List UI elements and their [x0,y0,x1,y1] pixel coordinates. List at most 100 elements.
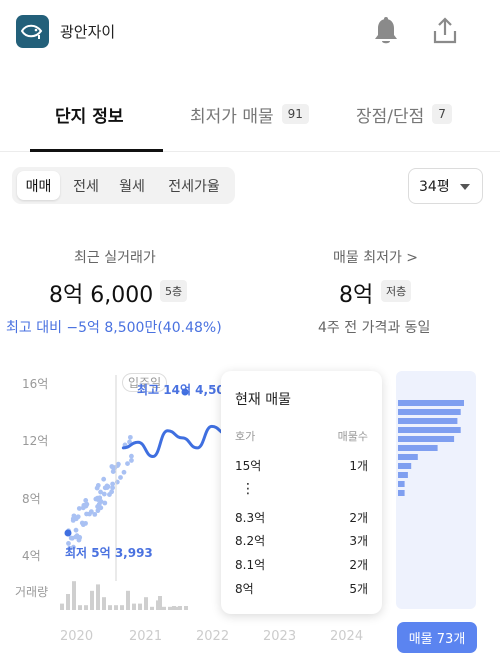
share-icon[interactable] [432,16,458,46]
volume-bar [138,603,142,610]
volume-bar [66,594,70,610]
trade-dot [129,453,134,459]
listing-hist-bar [398,445,438,451]
trade-dot [73,516,79,522]
trade-dot [97,495,103,501]
x-tick-label: 2024 [330,629,364,644]
recent-trade-floor-badge: 5층 [160,280,188,302]
trade-dot [83,498,89,503]
size-select[interactable]: 34평 [408,168,483,204]
y-tick-label: 8억 [22,492,41,506]
x-tick-label: 2022 [196,629,230,644]
tab-lowest-listings[interactable]: 최저가 매물 91 [190,92,320,151]
bell-icon[interactable] [373,16,399,46]
trade-dot [127,434,133,440]
volume-bar [60,603,64,610]
deal-type-sale[interactable]: 매매 [17,171,60,200]
trade-dot [107,492,112,497]
volume-bar [120,605,124,610]
deal-type-selector: 매매 전세 월세 전세가율 [12,167,235,204]
popup-row-count: 5개 [349,582,368,596]
volume-bar [168,606,172,610]
listing-hist-bar [398,490,405,496]
listing-hist-bar [398,472,408,478]
tab-pros-cons[interactable]: 장점/단점 7 [356,92,466,151]
y-tick-label: 16억 [22,377,49,391]
x-tick-label: 2020 [60,629,94,644]
app-header: 광안자이 [0,0,500,64]
chevron-down-icon [460,184,470,190]
popup-row-count: 3개 [349,534,368,548]
volume-bar [108,605,112,610]
trade-dot [109,464,115,469]
tab-label: 단지 정보 [55,107,124,127]
trade-dot [84,511,89,517]
trade-dot [76,537,82,543]
recent-trade-label: 최근 실거래가 [74,250,156,266]
tab-label: 장점/단점 [356,107,425,127]
popup-col-count: 매물수 [337,430,368,443]
trade-dot [98,505,104,511]
tab-complex-info[interactable]: 단지 정보 [30,92,163,152]
size-select-value: 34평 [419,179,450,195]
y-tick-label: 4억 [22,549,41,563]
y-tick-label: 12억 [22,434,49,448]
trade-dot [92,512,98,517]
volume-bars [60,581,188,610]
listing-hist-bar [398,454,418,460]
min-price-label: 최저 5억 3,993 [65,546,153,560]
trade-dots [66,434,134,551]
popup-row-price: 8.2억 [235,534,266,548]
lowest-listing-link[interactable]: 매물 최저가 > [333,247,418,267]
deal-type-monthly[interactable]: 월세 [110,171,154,200]
deal-type-jeonse[interactable]: 전세 [64,171,108,200]
popup-row-price: 8.3억 [235,511,266,525]
trade-dot [80,505,86,511]
volume-bar [90,590,94,610]
listing-hist-bar [398,427,461,433]
tab-bar: 단지 정보 최저가 매물 91 장점/단점 7 [0,92,500,152]
volume-bar [158,596,162,610]
volume-label: 거래량 [15,585,49,599]
listing-count-button[interactable]: 매물 73개 [397,622,477,653]
x-tick-label: 2023 [263,629,297,644]
trade-dot [121,469,127,475]
app-logo[interactable] [16,15,49,48]
trade-dot [125,461,130,466]
listing-hist-bar [398,418,458,424]
trade-dot [69,535,75,541]
recent-trade-value: 8억 6,000 [49,283,154,308]
volume-bar [132,603,136,610]
trade-dot [73,527,79,533]
volume-bar [150,606,154,610]
trade-dot [102,500,108,506]
volume-bar [96,584,100,610]
fish-icon [21,24,43,39]
popup-row-price: 8.1억 [235,558,266,572]
volume-bar [184,606,188,610]
volume-bar [84,605,88,610]
volume-bar [144,597,148,610]
trade-dot [80,522,86,528]
listing-hist-bar [398,400,464,406]
popup-row-count: 2개 [349,511,368,525]
volume-bar [178,606,182,610]
volume-bar [172,606,176,610]
recent-trade-compare: 최고 대비 −5억 8,500만(40.48%) [6,320,222,336]
price-trend-line [121,424,229,459]
tab-badge: 91 [281,104,309,124]
trade-dot [95,483,101,488]
min-point [64,529,72,537]
volume-bar [72,581,76,610]
max-price-label: 최고 14억 4,50 [137,383,225,397]
tab-label: 최저가 매물 [190,107,274,127]
lowest-listing-compare: 4주 전 가격과 동일 [318,320,431,336]
popup-col-price: 호가 [235,430,256,443]
trade-dot [129,458,134,463]
listing-hist-bar [398,463,412,469]
lowest-listing-floor-badge: 저층 [381,280,412,302]
deal-type-jeonse-ratio[interactable]: 전세가율 [158,171,230,200]
volume-bar [126,590,130,610]
trade-dot [104,483,110,489]
trade-dot [101,491,107,497]
